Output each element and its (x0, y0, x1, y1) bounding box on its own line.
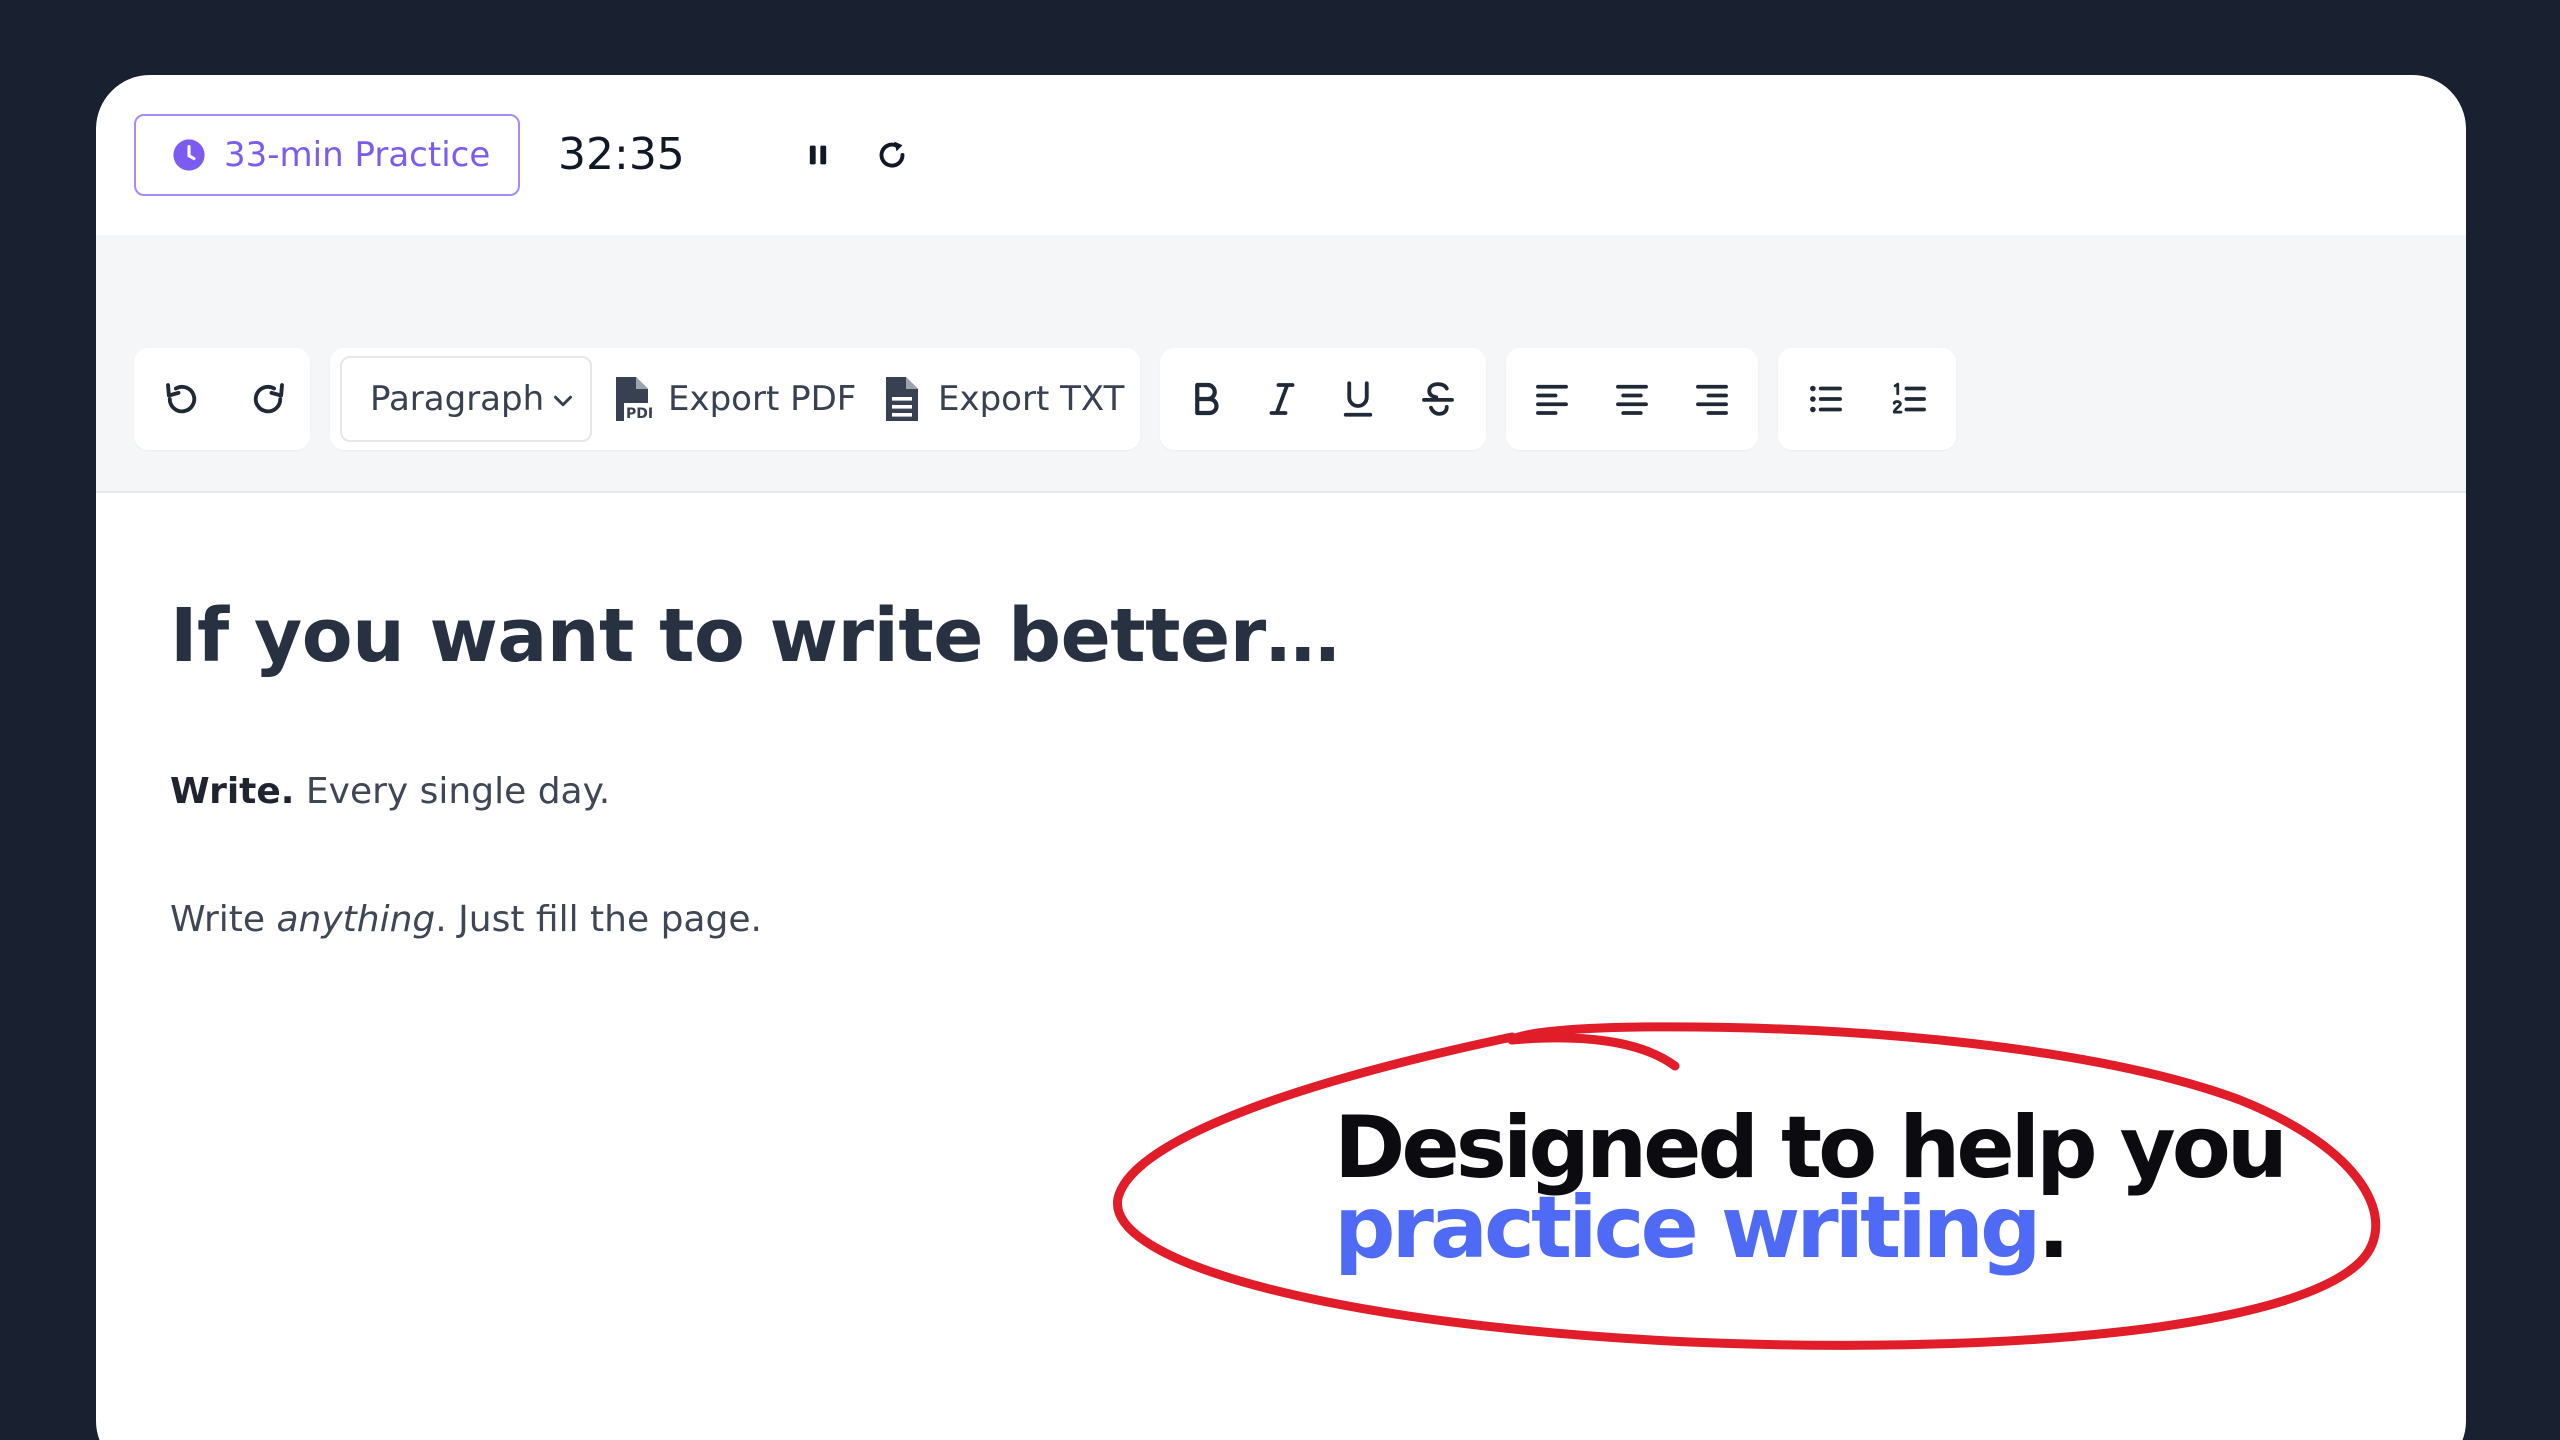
redo-icon (253, 383, 284, 414)
block-type-value: Paragraph (370, 379, 545, 419)
svg-text:PDF: PDF (626, 406, 652, 422)
undo-icon (166, 383, 197, 414)
redo-button[interactable] (242, 373, 294, 425)
align-left-icon (1536, 384, 1568, 415)
timer-bar: 33-min Practice 32:35 (96, 75, 2466, 235)
paragraph-1-text: Every single day. (294, 771, 611, 812)
undo-button[interactable] (156, 373, 208, 425)
bold-button[interactable] (1180, 373, 1232, 425)
marketing-callout: Designed to help you practice writing. (1334, 1098, 2288, 1271)
align-left-button[interactable] (1526, 373, 1578, 425)
block-type-select[interactable]: Paragraph (340, 356, 592, 442)
bullet-list-icon (1810, 385, 1842, 413)
list-group (1778, 348, 1956, 450)
callout-line-2: practice writing. (1334, 1185, 2284, 1271)
strikethrough-icon (1422, 382, 1454, 416)
align-center-button[interactable] (1606, 373, 1658, 425)
export-txt-button[interactable]: Export TXT (882, 372, 1124, 426)
export-pdf-label: Export PDF (668, 379, 857, 419)
callout-highlight: practice writing (1334, 1178, 2042, 1278)
align-center-icon (1616, 384, 1648, 415)
alignment-group (1506, 348, 1758, 450)
practice-duration-button[interactable]: 33-min Practice (134, 114, 520, 196)
numbered-list-button[interactable] (1884, 373, 1936, 425)
italic-button[interactable] (1256, 373, 1308, 425)
paragraph-1-bold: Write. (170, 771, 295, 812)
underline-button[interactable] (1332, 373, 1384, 425)
pause-button[interactable] (794, 131, 842, 179)
reset-timer-button[interactable] (868, 131, 916, 179)
practice-label: 33-min Practice (224, 135, 491, 175)
formatting-toolbar: Paragraph PDF Export PDF (96, 235, 2466, 493)
text-style-group (1160, 348, 1486, 450)
paragraph-1: Write. Every single day. (170, 771, 610, 812)
refresh-icon (879, 141, 905, 168)
align-right-icon (1696, 384, 1728, 415)
numbered-list-icon (1892, 382, 1926, 414)
chevron-down-icon (554, 395, 572, 407)
italic-icon (1269, 383, 1295, 415)
strikethrough-button[interactable] (1412, 373, 1464, 425)
txt-file-icon (886, 377, 918, 421)
bold-icon (1195, 382, 1219, 416)
document-heading: If you want to write better… (170, 593, 1340, 679)
callout-line-1: Designed to help you (1334, 1098, 2288, 1198)
timer-display: 32:35 (558, 129, 685, 180)
block-export-group: Paragraph PDF Export PDF (330, 348, 1140, 450)
paragraph-2: Write anything. Just fill the page. (170, 899, 762, 940)
export-txt-label: Export TXT (938, 379, 1125, 419)
callout-period: . (2037, 1178, 2071, 1278)
history-group (134, 348, 310, 450)
paragraph-2-italic: anything (276, 899, 436, 940)
clock-icon (173, 139, 205, 171)
export-pdf-button[interactable]: PDF Export PDF (612, 372, 856, 426)
paragraph-2-text: . Just fill the page. (435, 899, 762, 940)
paragraph-2-start: Write (170, 899, 277, 940)
pdf-file-icon: PDF (616, 377, 652, 422)
bullet-list-button[interactable] (1800, 373, 1852, 425)
underline-icon (1343, 381, 1373, 417)
pause-icon (809, 145, 827, 165)
align-right-button[interactable] (1686, 373, 1738, 425)
